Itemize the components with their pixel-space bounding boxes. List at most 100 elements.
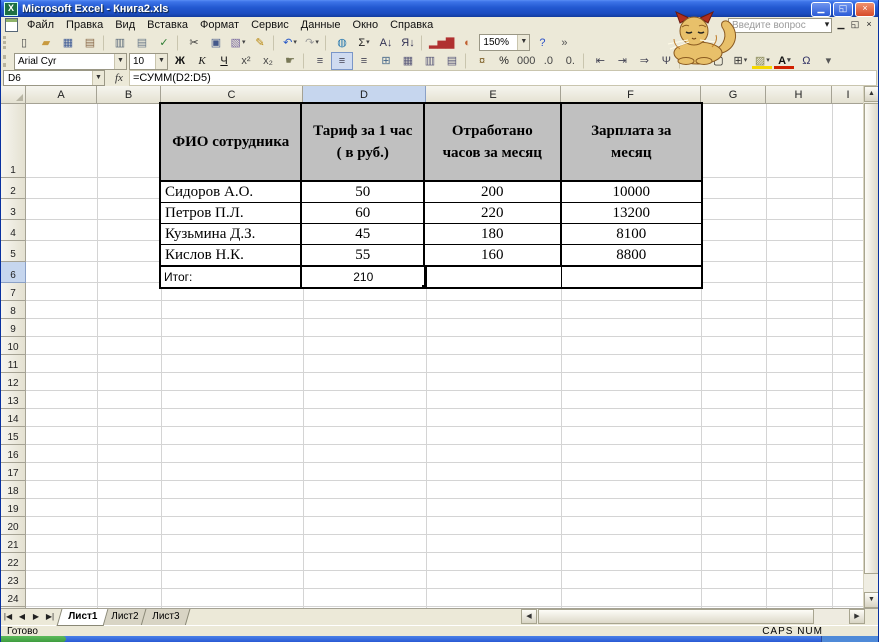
close-button[interactable]: × (855, 2, 875, 17)
zoom-select[interactable]: 150% ▼ (479, 34, 530, 51)
cell-C3[interactable]: Петров П.Л. (161, 203, 302, 223)
menu-item[interactable]: Сервис (245, 18, 295, 32)
row-header[interactable]: 15 (1, 427, 26, 445)
cell-D3[interactable]: 60 (302, 203, 425, 223)
spelling-icon[interactable]: ✓ (153, 34, 175, 52)
sort-descending-icon[interactable]: Я↓ (397, 34, 419, 52)
decrease-indent-icon[interactable]: ⇤ (589, 52, 611, 70)
row-header[interactable]: 9 (1, 319, 26, 337)
cell-D2[interactable]: 50 (302, 182, 425, 202)
select-all-corner[interactable] (1, 86, 26, 104)
sep[interactable] (465, 53, 469, 69)
row-header[interactable]: 22 (1, 553, 26, 571)
menu-item[interactable]: Формат (194, 18, 245, 32)
merge-center-icon[interactable]: ⊞ (375, 52, 397, 70)
help-icon[interactable]: ? (531, 34, 553, 52)
text-direction-icon[interactable]: ⇒ (633, 52, 655, 70)
row-header[interactable]: 10 (1, 337, 26, 355)
new-icon[interactable]: ▯ (13, 34, 35, 52)
insert-function-icon[interactable]: fx (115, 72, 123, 84)
cell-F5[interactable]: 8800 (562, 245, 701, 265)
menu-item[interactable]: Справка (384, 18, 439, 32)
underline-icon[interactable]: Ч (213, 52, 235, 70)
horizontal-scrollbar[interactable]: ◀ ▶ (521, 609, 865, 624)
row-header[interactable]: 23 (1, 571, 26, 589)
row-header[interactable]: 4 (1, 220, 26, 241)
worksheet-grid[interactable]: ABCDEFGHI 123456789101112131415161718192… (1, 86, 865, 608)
currency-icon[interactable]: ¤ (471, 52, 493, 70)
row-header[interactable]: 12 (1, 373, 26, 391)
prev-sheet-icon[interactable]: ◀ (15, 609, 29, 626)
toolbar-options-icon[interactable]: » (553, 34, 575, 52)
header-cell[interactable]: Зарплата за месяц (562, 104, 701, 180)
row-header[interactable]: 5 (1, 241, 26, 262)
row-header[interactable]: 17 (1, 463, 26, 481)
header-cell[interactable]: Тариф за 1 час ( в руб.) (302, 104, 425, 180)
window-restore-button[interactable]: ◱ (848, 18, 862, 31)
scroll-left-icon[interactable]: ◀ (521, 609, 537, 624)
menu-item[interactable]: Вид (109, 18, 141, 32)
row-header[interactable]: 1 (1, 104, 26, 178)
window-minimize-button[interactable]: ▁ (834, 18, 848, 31)
cell-D4[interactable]: 45 (302, 224, 425, 244)
save-icon[interactable]: ▦ (57, 34, 79, 52)
cell-F2[interactable]: 10000 (562, 182, 701, 202)
sep[interactable] (325, 35, 329, 51)
font-color-icon[interactable]: А (773, 52, 795, 70)
row-header[interactable]: 14 (1, 409, 26, 427)
cell-E5[interactable]: 160 (425, 245, 562, 265)
sep[interactable] (103, 35, 107, 51)
rows-icon[interactable]: ▤ (441, 52, 463, 70)
menu-item[interactable]: Данные (295, 18, 347, 32)
row-header[interactable]: 7 (1, 283, 26, 301)
cell-C6-total-label[interactable]: Итог: (161, 267, 302, 287)
header-cell[interactable]: ФИО сотрудника (161, 104, 302, 180)
sep[interactable] (421, 35, 425, 51)
increase-indent-icon[interactable]: ⇥ (611, 52, 633, 70)
scroll-down-icon[interactable]: ▼ (864, 592, 879, 608)
columns-icon[interactable]: ▥ (419, 52, 441, 70)
cell-E3[interactable]: 220 (425, 203, 562, 223)
increase-decimal-icon[interactable]: .0 (537, 52, 559, 70)
menu-item[interactable]: Файл (21, 18, 60, 32)
cell-E4[interactable]: 180 (425, 224, 562, 244)
paste-icon[interactable]: ▧ (227, 34, 249, 52)
align-right-icon[interactable]: ≡ (353, 52, 375, 70)
superscript-icon[interactable]: x² (235, 52, 257, 70)
decrease-decimal-icon[interactable]: 0. (559, 52, 581, 70)
cut-icon[interactable]: ✂ (183, 34, 205, 52)
horizontal-scroll-thumb[interactable] (538, 609, 814, 624)
cell-F4[interactable]: 8100 (562, 224, 701, 244)
toolbar-grab-handle[interactable] (3, 36, 9, 49)
cell-C5[interactable]: Кислов Н.К. (161, 245, 302, 265)
chart-wizard-icon[interactable]: ▂▅▇ (427, 34, 456, 52)
fill-color-icon[interactable]: ▨ (751, 52, 773, 70)
subscript-icon[interactable]: x₂ (257, 52, 279, 70)
italic-icon[interactable]: К (191, 52, 213, 70)
percent-icon[interactable]: % (493, 52, 515, 70)
cell-F3[interactable]: 13200 (562, 203, 701, 223)
sep[interactable] (583, 53, 587, 69)
column-header[interactable]: H (766, 86, 832, 104)
cell-D6-selected[interactable]: 210 (302, 267, 425, 287)
last-sheet-icon[interactable]: ▶| (43, 609, 57, 626)
cell-D5[interactable]: 55 (302, 245, 425, 265)
row-header[interactable]: 21 (1, 535, 26, 553)
menu-item[interactable]: Правка (60, 18, 109, 32)
row-header[interactable]: 6 (1, 262, 26, 283)
sep[interactable] (303, 53, 307, 69)
menu-item[interactable]: Вставка (141, 18, 194, 32)
hyperlink-icon[interactable]: ◍ (331, 34, 353, 52)
align-center-icon[interactable]: ≡ (331, 52, 353, 70)
font-size-select[interactable]: 10 ▼ (129, 53, 168, 70)
bold-icon[interactable]: Ж (169, 52, 191, 70)
row-header[interactable]: 3 (1, 199, 26, 220)
question-dropdown-icon[interactable]: ▾ (820, 18, 834, 31)
sort-ascending-icon[interactable]: А↓ (375, 34, 397, 52)
window-close-button[interactable]: × (862, 18, 876, 31)
symbol-icon[interactable]: Ω (795, 52, 817, 70)
row-header[interactable]: 2 (1, 178, 26, 199)
redo-icon[interactable]: ↷ (301, 34, 323, 52)
minimize-button[interactable]: ▁ (811, 2, 831, 17)
column-header[interactable]: A (26, 86, 97, 104)
